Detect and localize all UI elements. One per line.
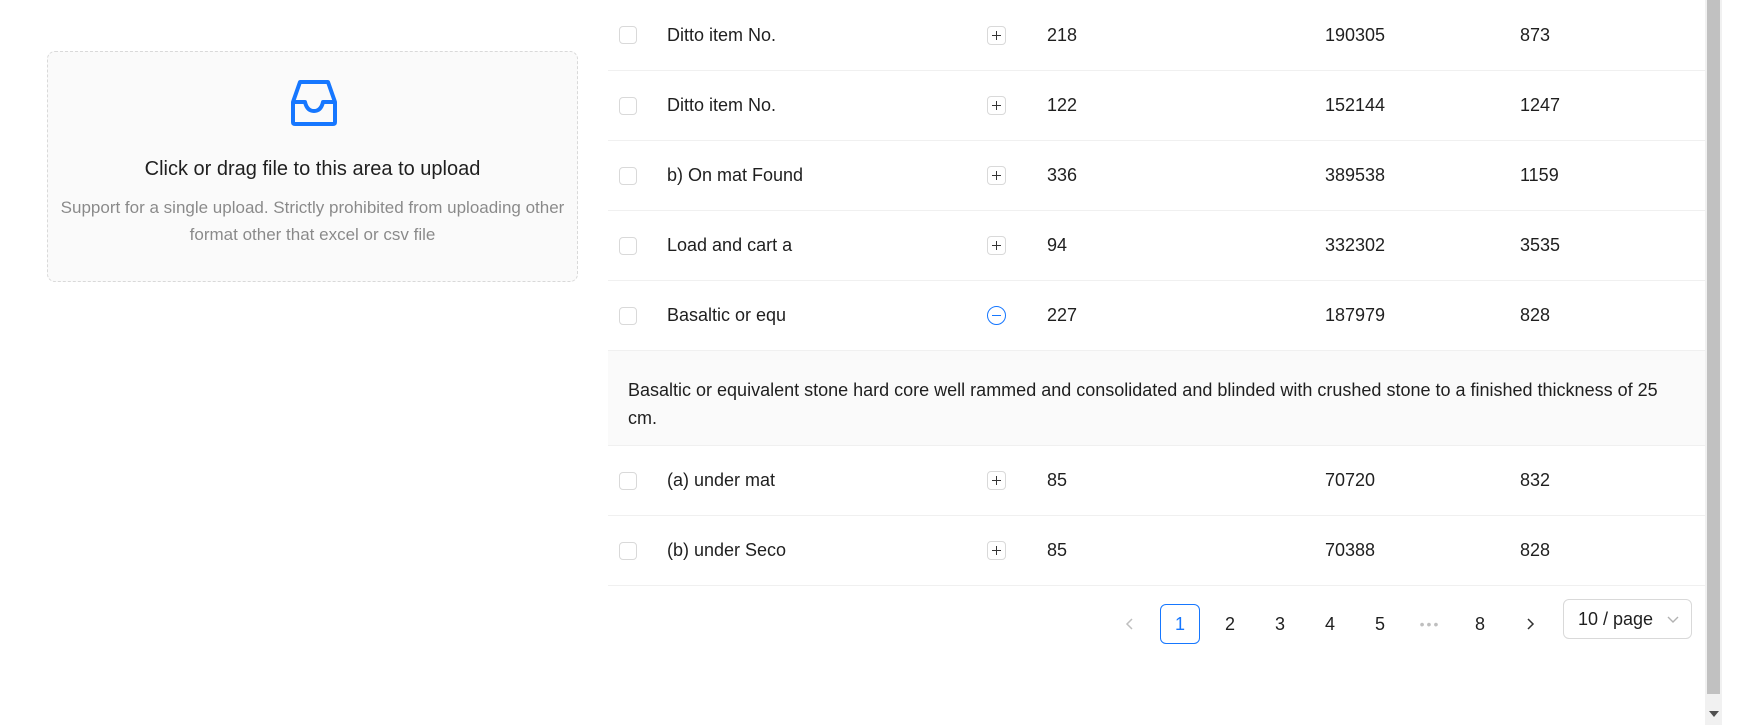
row-checkbox[interactable] [619, 96, 637, 115]
row-value-a: 94 [1047, 235, 1068, 255]
row-value-c: 828 [1520, 305, 1551, 325]
collapse-icon[interactable] [986, 306, 1006, 325]
row-checkbox[interactable] [619, 541, 637, 560]
row-value-c: 828 [1520, 540, 1551, 560]
expand-icon[interactable] [986, 96, 1006, 115]
prev-page-button[interactable] [1110, 604, 1150, 644]
scroll-down-arrow-icon[interactable] [1709, 711, 1719, 717]
page-size-select[interactable]: 10 / page [1563, 599, 1692, 639]
table-row: Ditto item No. 122 152144 1247 [608, 71, 1705, 141]
table-row: Basaltic or equ 227 187979 828 [608, 281, 1705, 351]
inbox-icon [291, 80, 337, 126]
row-checkbox[interactable] [619, 471, 637, 490]
row-value-b: 70720 [1325, 470, 1376, 490]
page-8-button[interactable]: 8 [1460, 604, 1500, 644]
page-3-button[interactable]: 3 [1260, 604, 1300, 644]
jump-next-ellipsis[interactable]: ••• [1410, 604, 1450, 644]
next-page-button[interactable] [1510, 604, 1550, 644]
table-row: Load and cart a 94 332302 3535 [608, 211, 1705, 281]
row-name: (b) under Seco [667, 540, 787, 560]
row-value-a: 85 [1047, 470, 1068, 490]
row-checkbox[interactable] [619, 26, 637, 44]
expand-icon[interactable] [986, 541, 1006, 560]
row-name: (a) under mat [667, 470, 776, 490]
row-value-c: 3535 [1520, 235, 1561, 255]
row-value-a: 336 [1047, 165, 1078, 185]
chevron-left-icon [1125, 618, 1133, 630]
expanded-row-description: Basaltic or equivalent stone hard core w… [608, 351, 1705, 446]
expand-icon[interactable] [986, 236, 1006, 255]
row-checkbox[interactable] [619, 236, 637, 255]
row-value-a: 218 [1047, 24, 1078, 45]
page-1-button[interactable]: 1 [1160, 604, 1200, 644]
row-name: Ditto item No. [667, 95, 777, 115]
table-row: (a) under mat 85 70720 832 [608, 446, 1705, 516]
row-value-a: 227 [1047, 305, 1078, 325]
row-checkbox[interactable] [619, 306, 637, 325]
row-value-c: 832 [1520, 470, 1551, 490]
page-2-button[interactable]: 2 [1210, 604, 1250, 644]
table-row: b) On mat Found 336 389538 1159 [608, 141, 1705, 211]
upload-dragger[interactable]: Click or drag file to this area to uploa… [47, 51, 578, 282]
row-name: b) On mat Found [667, 165, 804, 185]
row-value-a: 85 [1047, 540, 1068, 560]
vertical-scrollbar[interactable] [1705, 0, 1722, 725]
table-row: (b) under Seco 85 70388 828 [608, 516, 1705, 586]
expand-icon[interactable] [986, 166, 1006, 185]
row-name: Basaltic or equ [667, 305, 787, 325]
row-name: Ditto item No. [667, 24, 777, 45]
row-value-b: 332302 [1325, 235, 1386, 255]
scrollbar-thumb[interactable] [1707, 0, 1720, 694]
upload-hint: Support for a single upload. Strictly pr… [60, 198, 565, 244]
row-value-a: 122 [1047, 95, 1078, 115]
row-name: Load and cart a [667, 235, 793, 255]
row-value-b: 152144 [1325, 95, 1386, 115]
items-table: Ditto item No. 218 190305 873 Ditto item… [608, 0, 1705, 586]
row-value-c: 873 [1520, 24, 1551, 45]
row-value-b: 190305 [1325, 24, 1386, 45]
row-value-b: 70388 [1325, 540, 1376, 560]
expand-icon[interactable] [986, 25, 1006, 45]
row-value-c: 1247 [1520, 95, 1561, 115]
upload-title: Click or drag file to this area to uploa… [144, 158, 481, 180]
chevron-right-icon [1527, 618, 1535, 630]
row-value-c: 1159 [1520, 165, 1559, 185]
row-value-b: 389538 [1325, 165, 1386, 185]
page-size-value: 10 / page [1578, 608, 1654, 629]
pagination: 1 2 3 4 5 ••• 8 [1110, 604, 1560, 644]
table-row: Ditto item No. 218 190305 873 [608, 0, 1705, 71]
chevron-down-icon [1667, 616, 1679, 623]
page-4-button[interactable]: 4 [1310, 604, 1350, 644]
page-5-button[interactable]: 5 [1360, 604, 1400, 644]
expand-icon[interactable] [986, 471, 1006, 490]
row-checkbox[interactable] [619, 166, 637, 185]
row-value-b: 187979 [1325, 305, 1386, 325]
